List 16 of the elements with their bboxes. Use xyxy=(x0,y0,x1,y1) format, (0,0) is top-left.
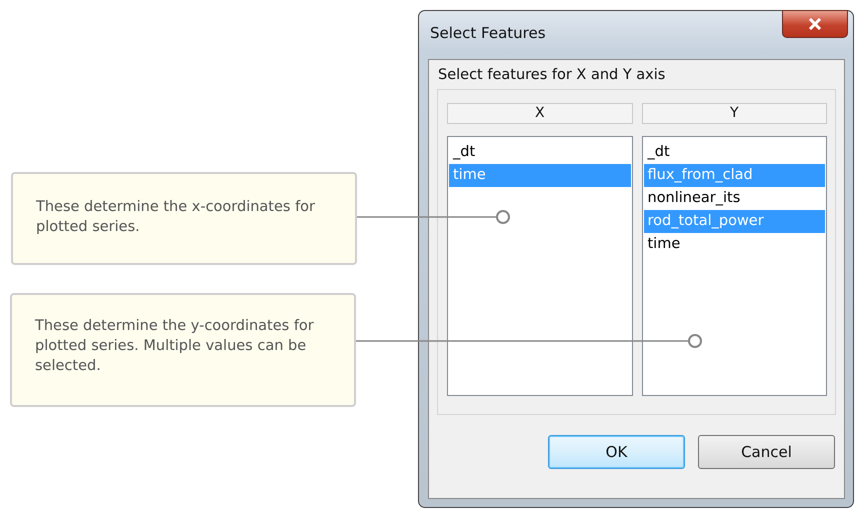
column-header: Y xyxy=(642,103,827,124)
callout-note: These determine the x-coordinates for plotted series. xyxy=(11,172,357,265)
list-item[interactable]: nonlinear_its xyxy=(644,187,825,210)
ok-button[interactable]: OK xyxy=(548,435,685,469)
window-title: Select Features xyxy=(430,24,546,42)
close-button[interactable] xyxy=(782,10,848,38)
group-label: Select features for X and Y axis xyxy=(438,67,666,83)
callout-note: These determine the y-coordinates for plotted series. Multiple values can be selected. xyxy=(10,293,356,407)
list-box[interactable]: _dt time xyxy=(447,136,632,396)
cancel-button[interactable]: Cancel xyxy=(698,435,835,469)
list-item[interactable]: time xyxy=(644,233,825,256)
list-box[interactable]: _dt flux_from_clad nonlinear_its rod_total_power time xyxy=(642,136,827,396)
close-icon xyxy=(808,18,822,30)
list-item[interactable]: _dt xyxy=(644,141,825,164)
list-item[interactable]: _dt xyxy=(449,141,630,164)
column-header: X xyxy=(447,103,632,124)
